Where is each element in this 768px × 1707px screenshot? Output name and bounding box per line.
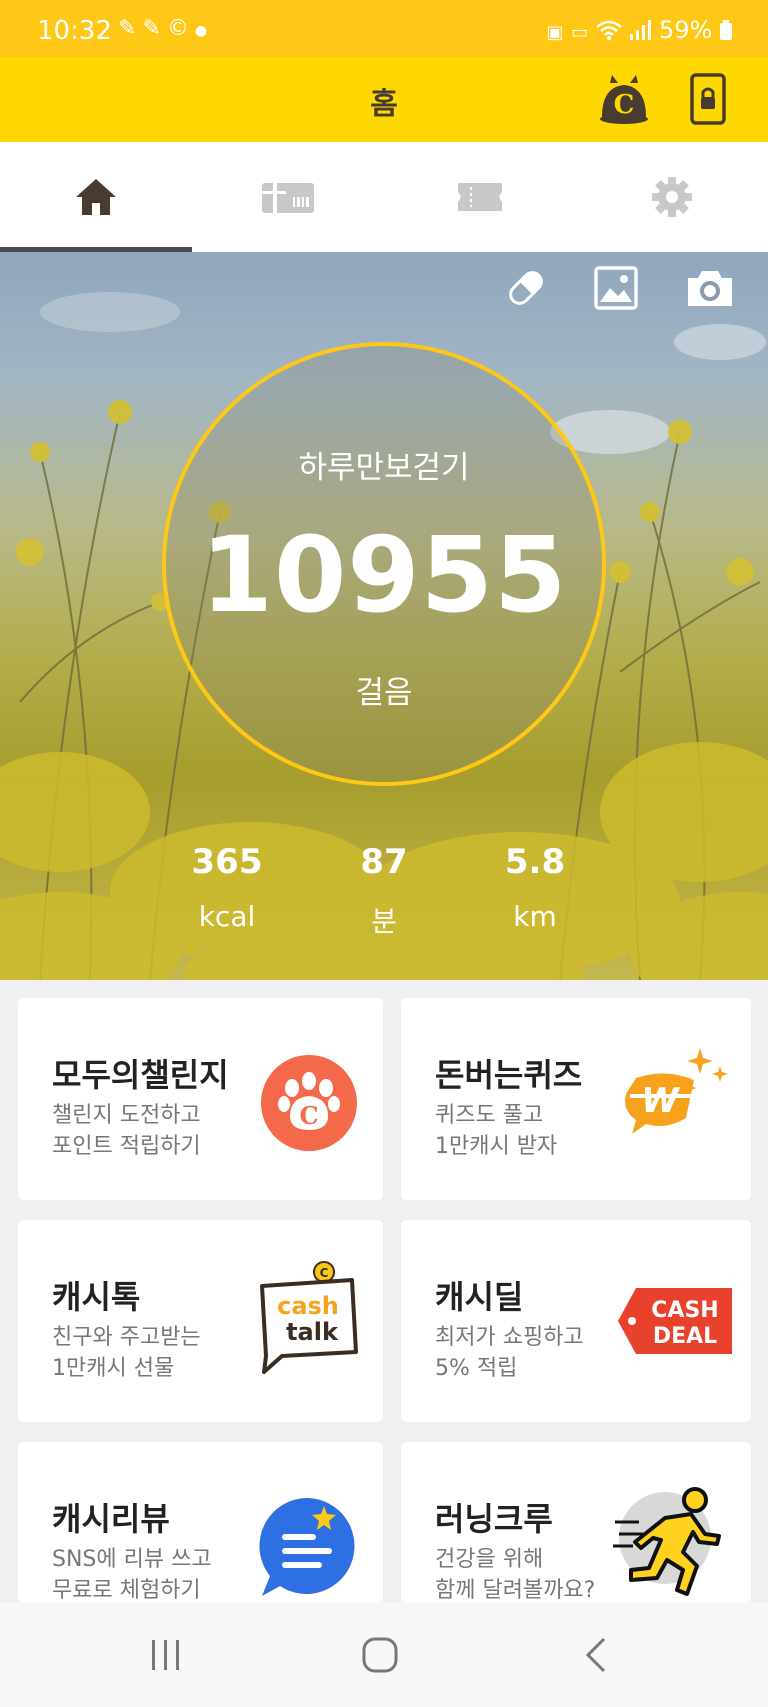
home-circle-icon [362, 1637, 398, 1673]
phone-lock-icon[interactable] [690, 73, 726, 125]
svg-text:C: C [299, 1101, 318, 1130]
stat-value: 365 [191, 842, 263, 882]
cash-dog-icon[interactable]: C [598, 73, 650, 125]
cashdeal-icon: CASH DEAL [618, 1288, 732, 1354]
back-button[interactable] [566, 1633, 626, 1677]
calories-stat: 365 kcal [157, 842, 297, 933]
hero-toolbar [0, 262, 768, 322]
stat-unit: kcal [198, 900, 256, 933]
image-icon[interactable] [590, 262, 642, 314]
card-subtitle: 챌린지 도전하고 포인트 적립하기 [52, 1103, 201, 1159]
camera-icon[interactable] [684, 262, 736, 314]
status-bar: 10:32 ✎✎©● ▣ ▭ 59% [0, 0, 768, 57]
step-unit: 걸음 [355, 675, 413, 711]
dot-icon: ● [194, 23, 214, 39]
notification-icon: ✎ [118, 16, 143, 41]
stat-unit: km [513, 900, 557, 933]
card-title: 캐시딜 [435, 1278, 524, 1316]
card-subtitle: SNS에 리뷰 쓰고 무료로 체험하기 [52, 1547, 212, 1603]
card-subtitle: 퀴즈도 풀고 1만캐시 받자 [435, 1103, 558, 1159]
stat-unit: 분 [371, 905, 397, 938]
card-challenge[interactable]: 모두의챌린지 챌린지 도전하고 포인트 적립하기 C [18, 998, 383, 1200]
minutes-stat: 87 분 [314, 842, 454, 940]
stat-value: 5.8 [504, 842, 566, 882]
home-icon [76, 179, 116, 215]
card-title: 모두의챌린지 [52, 1056, 229, 1094]
battery-saver-icon: ▣ [546, 22, 564, 43]
cashtalk-icon: C cash talk [260, 1261, 358, 1374]
card-subtitle: 최저가 쇼핑하고 5% 적립 [435, 1325, 584, 1381]
battery-icon [720, 20, 732, 40]
app-bar: 홈 C [0, 57, 768, 142]
tab-bar [0, 142, 768, 252]
cashtalk-badge-top: cash [277, 1292, 339, 1320]
home-button[interactable] [350, 1633, 410, 1677]
cashtalk-badge-bottom: talk [286, 1318, 339, 1346]
card-cashdeal[interactable]: 캐시딜 최저가 쇼핑하고 5% 적립 CASH DEAL [401, 1220, 751, 1422]
back-icon [585, 1637, 606, 1673]
bed-icon: ▭ [571, 22, 589, 43]
card-title: 돈버는퀴즈 [435, 1056, 583, 1094]
card-running-crew[interactable]: 러닝크루 건강을 위해 함께 달려볼까요? [401, 1442, 751, 1603]
step-counter-hero: 하루만보걷기 10955 걸음 365 kcal 87 분 5.8 km [0, 252, 768, 980]
card-title: 러닝크루 [435, 1500, 553, 1538]
notification-icon: ✎ [142, 16, 167, 41]
step-count: 10955 [200, 514, 568, 636]
card-quiz[interactable]: 돈버는퀴즈 퀴즈도 풀고 1만캐시 받자 W [401, 998, 751, 1200]
runner-icon [613, 1487, 721, 1596]
card-subtitle: 친구와 주고받는 1만캐시 선물 [52, 1325, 201, 1381]
distance-stat: 5.8 km [465, 842, 605, 933]
gear-icon [652, 177, 692, 217]
step-goal-title: 하루만보걷기 [298, 450, 470, 486]
recent-apps-icon [152, 1640, 179, 1670]
status-right: ▣ ▭ 59% [546, 16, 732, 44]
card-review[interactable]: 캐시리뷰 SNS에 리뷰 쓰고 무료로 체험하기 [18, 1442, 383, 1603]
cashdeal-badge-bottom: DEAL [653, 1324, 717, 1349]
system-nav-bar [0, 1603, 768, 1707]
tab-home[interactable] [0, 142, 192, 252]
quiz-w-icon: W [625, 1048, 728, 1134]
paw-icon: C [261, 1055, 357, 1151]
tab-gift-card[interactable] [192, 142, 384, 252]
page-title: 홈 [370, 87, 398, 122]
tab-settings[interactable] [576, 142, 768, 252]
recent-apps-button[interactable] [136, 1633, 196, 1677]
review-chat-icon [259, 1497, 355, 1596]
stat-value: 87 [360, 842, 408, 882]
svg-text:W: W [641, 1081, 680, 1121]
signal-icon [630, 20, 652, 40]
status-time: 10:32 [37, 16, 112, 46]
cashdeal-badge-top: CASH [651, 1298, 718, 1323]
svg-text:C: C [320, 1266, 329, 1280]
svg-text:C: C [614, 90, 635, 120]
wifi-icon [595, 20, 622, 40]
c-circle-icon: © [166, 16, 195, 41]
card-subtitle: 건강을 위해 함께 달려볼까요? [435, 1547, 596, 1603]
card-title: 캐시리뷰 [52, 1500, 170, 1538]
card-cashtalk[interactable]: 캐시톡 친구와 주고받는 1만캐시 선물 C cash talk [18, 1220, 383, 1422]
notification-icons: ✎✎©● [118, 16, 213, 41]
pill-icon[interactable] [500, 262, 552, 314]
tab-ticket[interactable] [384, 142, 576, 252]
card-title: 캐시톡 [52, 1278, 141, 1316]
gift-card-icon [262, 183, 314, 213]
battery-text: 59% [659, 16, 713, 44]
ticket-icon [458, 183, 502, 211]
